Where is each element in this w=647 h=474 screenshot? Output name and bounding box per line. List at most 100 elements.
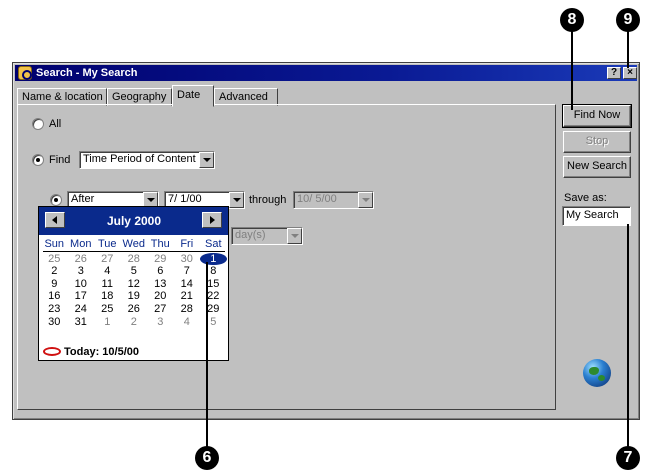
callout-8: 8: [560, 8, 584, 32]
calendar-day[interactable]: 16: [41, 290, 68, 303]
callout-7: 7: [616, 446, 640, 470]
callout-9-leader: [627, 30, 629, 68]
chevron-down-icon[interactable]: [199, 152, 214, 168]
calendar-today-link[interactable]: Today: 10/5/00: [43, 346, 139, 358]
calendar-day[interactable]: 30: [41, 316, 68, 329]
globe-icon: [583, 359, 611, 387]
chevron-down-icon[interactable]: [287, 228, 302, 244]
end-date-value: 10/ 5/00: [297, 193, 337, 205]
find-label: Find: [49, 154, 71, 166]
search-app-icon: [18, 66, 32, 80]
all-radio[interactable]: [32, 118, 44, 130]
callout-6: 6: [195, 446, 219, 470]
save-as-field[interactable]: My Search: [562, 206, 631, 226]
calendar-day[interactable]: 1: [94, 316, 121, 329]
today-ring-icon: [43, 347, 61, 356]
start-date-value: 7/ 1/00: [168, 193, 202, 205]
weekday-label: Sat: [204, 238, 222, 250]
calendar-day[interactable]: 13: [147, 278, 174, 291]
weekday-label: Fri: [180, 238, 194, 250]
find-radio[interactable]: [32, 154, 44, 166]
calendar-weekday-row: Sun Mon Tue Wed Thu Fri Sat: [41, 238, 227, 251]
relation-value: After: [71, 193, 95, 205]
previous-month-button[interactable]: [45, 212, 65, 228]
new-search-button[interactable]: New Search: [563, 156, 631, 178]
calendar-week: 9 10 11 12 13 14 15: [41, 278, 227, 291]
tab-date[interactable]: Date: [172, 85, 214, 107]
calendar-day[interactable]: 20: [147, 290, 174, 303]
calendar-day-selected[interactable]: 1: [200, 252, 227, 266]
weekday-label: Mon: [70, 238, 92, 250]
calendar-day[interactable]: 18: [94, 290, 121, 303]
chevron-down-icon[interactable]: [358, 192, 373, 208]
calendar-week: 2 3 4 5 6 7 8: [41, 265, 227, 278]
calendar-month-title: July 2000: [106, 214, 162, 228]
calendar-day[interactable]: 5: [200, 316, 227, 329]
calendar-day[interactable]: 3: [68, 265, 95, 278]
stop-button[interactable]: Stop: [563, 131, 631, 153]
calendar-week: 25 26 27 28 29 30 1: [41, 252, 227, 266]
calendar-day[interactable]: 29: [147, 253, 174, 266]
weekday-label: Wed: [122, 238, 145, 250]
calendar-week: 30 31 1 2 3 4 5: [41, 316, 227, 329]
find-type-value: Time Period of Content: [83, 153, 196, 165]
find-now-button[interactable]: Find Now: [562, 104, 632, 128]
calendar-day[interactable]: 31: [68, 316, 95, 329]
end-date-picker[interactable]: 10/ 5/00: [293, 191, 374, 209]
unit-select[interactable]: day(s): [231, 227, 303, 245]
calendar-day[interactable]: 28: [174, 303, 201, 316]
calendar-week: 23 24 25 26 27 28 29: [41, 303, 227, 316]
calendar-day[interactable]: 27: [94, 253, 121, 266]
calendar-day[interactable]: 7: [174, 265, 201, 278]
calendar-day[interactable]: 4: [94, 265, 121, 278]
calendar-day[interactable]: 3: [147, 316, 174, 329]
callout-7-leader: [627, 224, 629, 448]
calendar-day[interactable]: 29: [200, 303, 227, 316]
close-button[interactable]: ×: [623, 67, 637, 79]
calendar-day[interactable]: 11: [94, 278, 121, 291]
calendar-day[interactable]: 15: [200, 278, 227, 291]
callout-9: 9: [616, 8, 640, 32]
calendar-day[interactable]: 6: [147, 265, 174, 278]
calendar-day[interactable]: 12: [121, 278, 148, 291]
callout-6-leader: [206, 262, 208, 448]
calendar-day[interactable]: 17: [68, 290, 95, 303]
unit-value: day(s): [235, 229, 266, 241]
calendar-day[interactable]: 26: [68, 253, 95, 266]
relation-radio[interactable]: [50, 194, 62, 206]
calendar-header: July 2000: [39, 207, 228, 235]
calendar-day[interactable]: 2: [41, 265, 68, 278]
calendar-dropdown: July 2000 Sun Mon Tue Wed Thu Fri Sat 25…: [38, 206, 229, 361]
calendar-day[interactable]: 24: [68, 303, 95, 316]
calendar-day[interactable]: 30: [174, 253, 201, 266]
chevron-down-icon[interactable]: [229, 192, 244, 208]
calendar-day[interactable]: 27: [147, 303, 174, 316]
calendar-day[interactable]: 26: [121, 303, 148, 316]
window-title: Search - My Search: [36, 67, 138, 79]
calendar-day[interactable]: 4: [174, 316, 201, 329]
calendar-day[interactable]: 19: [121, 290, 148, 303]
save-as-label: Save as:: [564, 192, 607, 204]
calendar-day[interactable]: 25: [41, 253, 68, 266]
calendar-day[interactable]: 2: [121, 316, 148, 329]
calendar-day[interactable]: 10: [68, 278, 95, 291]
calendar-day[interactable]: 21: [174, 290, 201, 303]
calendar-day[interactable]: 22: [200, 290, 227, 303]
title-bar[interactable]: Search - My Search ? ×: [15, 65, 637, 81]
calendar-day[interactable]: 28: [121, 253, 148, 266]
calendar-divider: [43, 250, 225, 252]
find-type-select[interactable]: Time Period of Content: [79, 151, 215, 169]
callout-8-leader: [571, 30, 573, 110]
calendar-day[interactable]: 5: [121, 265, 148, 278]
next-month-button[interactable]: [202, 212, 222, 228]
calendar-day[interactable]: 8: [200, 265, 227, 278]
help-button[interactable]: ?: [607, 67, 621, 79]
calendar-day[interactable]: 23: [41, 303, 68, 316]
weekday-label: Sun: [44, 238, 65, 250]
weekday-label: Tue: [97, 238, 117, 250]
calendar-day[interactable]: 14: [174, 278, 201, 291]
weekday-label: Thu: [150, 238, 170, 250]
calendar-day[interactable]: 25: [94, 303, 121, 316]
calendar-day[interactable]: 9: [41, 278, 68, 291]
all-label: All: [49, 118, 62, 130]
